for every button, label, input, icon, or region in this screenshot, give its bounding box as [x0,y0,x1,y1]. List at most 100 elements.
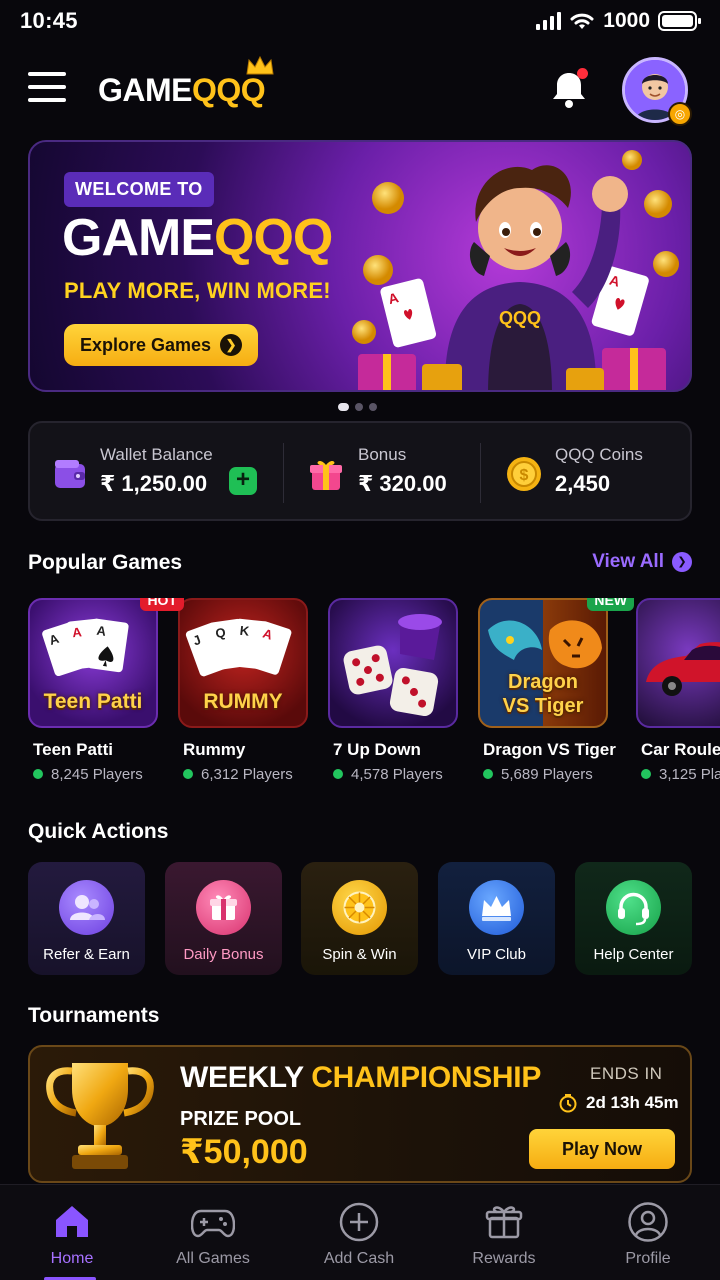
quick-action-label: Spin & Win [322,946,397,963]
crown-icon [469,880,524,935]
gift-icon [485,1206,523,1239]
mascot-illustration: A A QQQ [352,150,679,390]
chevron-right-icon: ❯ [220,334,243,356]
home-icon [56,1206,88,1237]
player-count: 3,125 Players [636,766,720,783]
nav-label: All Games [176,1250,250,1267]
coin-icon: $ [507,457,541,491]
status-icons: 1000 [535,9,702,33]
tournament-name: WEEKLY CHAMPIONSHIP [180,1061,542,1094]
quick-action-label: VIP Club [467,946,526,963]
carousel-dot[interactable] [369,403,377,411]
coins-label: QQQ Coins [555,445,643,464]
game-name: Dragon VS Tiger [483,740,616,759]
coin-badge-icon: ◎ [668,102,692,126]
welcome-pill: WELCOME TO [64,172,214,207]
explore-games-button[interactable]: Explore Games ❯ [64,324,258,366]
player-count: 5,689 Players [478,766,628,783]
status-bar: 10:45 1000 [0,0,720,44]
banner-title: GAMEQQQ [62,209,333,267]
wallet-icon [55,460,85,488]
signal-icon [536,12,562,30]
ends-in-label: ENDS IN [590,1064,663,1083]
nav-home[interactable]: Home [0,1185,144,1280]
nav-all-games[interactable]: All Games [141,1185,285,1280]
status-time: 10:45 [20,8,78,33]
play-now-button[interactable]: Play Now [529,1129,675,1169]
game-thumbnail-label: Teen Patti [43,690,143,713]
game-thumbnail [636,598,720,728]
hot-badge: HOT [140,598,184,611]
game-card-car-roulette[interactable]: Car Roulette 3,125 Players [636,598,720,783]
game-name: Rummy [183,740,246,759]
game-thumbnail-label: VS Tiger [502,695,584,717]
nav-label: Add Cash [323,1250,395,1267]
player-count: 6,312 Players [178,766,328,783]
notification-dot [577,68,588,79]
game-card-7-up-down[interactable]: 7 Up Down 4,578 Players [328,598,478,783]
game-card-rummy[interactable]: J Q K A RUMMY Rummy 6,312 Players [178,598,328,783]
game-name: Car Roulette [641,740,720,759]
nav-profile[interactable]: Profile [576,1185,720,1280]
game-name: 7 Up Down [333,740,421,759]
quick-action-label: Refer & Earn [43,946,130,963]
gift-icon [310,460,342,490]
svg-text:QQQ: QQQ [499,308,541,328]
prize-pool-value: ₹50,000 [180,1133,308,1171]
game-thumbnail: J Q K A RUMMY [178,598,308,728]
quick-action-help-center[interactable]: Help Center [575,862,692,975]
game-card-dragon-vs-tiger[interactable]: NEW Dragon VS Tiger Dragon VS Tiger 5,68… [478,598,634,783]
quick-action-vip-club[interactable]: VIP Club [438,862,555,975]
gift-icon [196,880,251,935]
bottom-nav: Home All Games Add Cash Rewards Profile [0,1184,720,1280]
user-icon [628,1202,668,1242]
game-thumbnail [328,598,458,728]
view-all-link[interactable]: View All ❯ [592,551,692,573]
chevron-right-icon: ❯ [672,552,692,572]
quick-action-daily-bonus[interactable]: Daily Bonus [165,862,282,975]
carousel-dots [338,403,377,411]
menu-button[interactable] [28,72,66,104]
wallet-balance-label: Wallet Balance [100,445,213,464]
game-thumbnail: Dragon VS Tiger [478,598,608,728]
trophy-icon [46,1063,154,1169]
nav-label: Profile [625,1250,671,1267]
wifi-icon [570,13,594,29]
game-thumbnail-label: Dragon [508,671,578,693]
notifications-button[interactable] [549,68,591,110]
wallet-balance-section[interactable]: Wallet Balance ₹ 1,250.00 + [30,423,282,519]
bonus-label: Bonus [358,445,407,464]
prize-pool-label: PRIZE POOL [180,1108,302,1130]
game-name: Teen Patti [33,740,113,759]
add-money-button[interactable]: + [229,467,257,495]
app-header: GAMEQQQ ◎ [0,52,720,128]
quick-action-refer-earn[interactable]: Refer & Earn [28,862,145,975]
wallet-balance-value: ₹ 1,250.00 [100,471,208,496]
svg-text:Q: Q [214,625,226,641]
nav-rewards[interactable]: Rewards [432,1185,576,1280]
time-remaining: 2d 13h 45m [558,1093,679,1113]
quick-action-label: Daily Bonus [183,946,264,963]
game-card-teen-patti[interactable]: HOT A A A Teen Patti Teen Patti 8,245 Pl… [28,598,184,783]
crown-icon [246,56,274,75]
wheel-icon [332,880,387,935]
carousel-dot[interactable] [338,403,349,411]
banner-subtitle: PLAY MORE, WIN MORE! [64,278,331,303]
quick-action-spin-win[interactable]: Spin & Win [301,862,418,975]
carousel-dot[interactable] [355,403,363,411]
nav-add-cash[interactable]: Add Cash [287,1185,431,1280]
users-icon [59,880,114,935]
tournament-card[interactable]: WEEKLY CHAMPIONSHIP PRIZE POOL ₹50,000 E… [28,1045,692,1183]
clock-icon [559,1094,577,1113]
headset-icon [606,880,661,935]
player-count: 8,245 Players [28,766,178,783]
coins-section[interactable]: $ QQQ Coins 2,450 [481,423,692,519]
bonus-section[interactable]: Bonus ₹ 320.00 [284,423,480,519]
promo-banner[interactable]: A A QQQ WELCOME TO GAMEQQQ PLAY MORE, WI… [28,140,692,392]
wallet-card: Wallet Balance ₹ 1,250.00 + Bonus ₹ 320.… [28,421,692,521]
gamepad-icon [191,1209,235,1238]
game-thumbnail: A A A Teen Patti [28,598,158,728]
player-count: 4,578 Players [328,766,478,783]
svg-text:$: $ [520,467,529,484]
quick-action-label: Help Center [593,946,674,963]
